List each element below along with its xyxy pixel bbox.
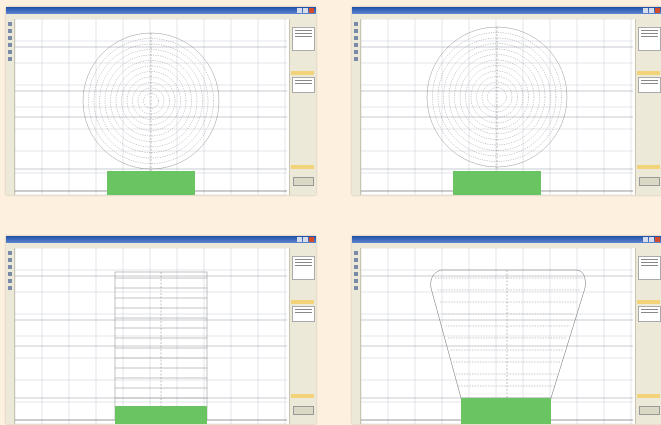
drawing-canvas[interactable] xyxy=(361,19,633,195)
title-bar[interactable] xyxy=(352,7,661,14)
tool-sidebar xyxy=(6,19,15,195)
layer-list[interactable] xyxy=(292,306,315,322)
outline xyxy=(430,269,586,399)
layer-list[interactable] xyxy=(638,306,661,322)
tool-icon[interactable] xyxy=(354,57,358,61)
base-block xyxy=(115,406,207,424)
tool-icon[interactable] xyxy=(354,251,358,255)
tool-icon[interactable] xyxy=(354,29,358,33)
title-bar[interactable] xyxy=(6,7,316,14)
tool-icon[interactable] xyxy=(8,258,12,262)
panel-section-header xyxy=(637,165,660,169)
tool-sidebar xyxy=(352,248,361,424)
properties-panel xyxy=(635,248,661,424)
tool-icon[interactable] xyxy=(8,43,12,47)
tool-icon[interactable] xyxy=(354,272,358,276)
panel-section-header xyxy=(637,394,660,398)
maximize-icon[interactable] xyxy=(303,237,308,242)
window-bottom-right xyxy=(352,236,661,424)
tool-icon[interactable] xyxy=(8,36,12,40)
tool-icon[interactable] xyxy=(8,251,12,255)
base-block xyxy=(461,398,551,424)
minimize-icon[interactable] xyxy=(297,237,302,242)
panel-section-header xyxy=(637,71,660,75)
drawing-canvas[interactable] xyxy=(15,248,287,424)
tool-icon[interactable] xyxy=(354,36,358,40)
window-top-right xyxy=(352,7,661,195)
maximize-icon[interactable] xyxy=(649,8,654,13)
tool-icon[interactable] xyxy=(8,57,12,61)
panel-section-header xyxy=(291,165,314,169)
panel-section-header xyxy=(637,300,660,304)
tool-icon[interactable] xyxy=(8,286,12,290)
tool-sidebar xyxy=(6,248,15,424)
tool-icon[interactable] xyxy=(8,279,12,283)
tool-icon[interactable] xyxy=(8,272,12,276)
maximize-icon[interactable] xyxy=(303,8,308,13)
tool-icon[interactable] xyxy=(354,50,358,54)
panel-section-header xyxy=(291,300,314,304)
minimize-icon[interactable] xyxy=(297,8,302,13)
tool-icon[interactable] xyxy=(354,279,358,283)
drawing-canvas[interactable] xyxy=(361,248,633,424)
apply-button[interactable] xyxy=(293,177,314,186)
tool-icon[interactable] xyxy=(354,286,358,290)
properties-panel xyxy=(289,248,316,424)
property-list[interactable] xyxy=(292,256,315,280)
property-list[interactable] xyxy=(292,27,315,51)
property-list[interactable] xyxy=(638,256,661,280)
drawing-canvas[interactable] xyxy=(15,19,287,195)
tool-icon[interactable] xyxy=(354,265,358,269)
title-bar[interactable] xyxy=(352,236,661,243)
tool-icon[interactable] xyxy=(8,265,12,269)
apply-button[interactable] xyxy=(293,406,314,415)
properties-panel xyxy=(635,19,661,195)
minimize-icon[interactable] xyxy=(643,237,648,242)
maximize-icon[interactable] xyxy=(649,237,654,242)
property-list[interactable] xyxy=(638,27,661,51)
window-bottom-left xyxy=(6,236,316,424)
apply-button[interactable] xyxy=(639,406,660,415)
apply-button[interactable] xyxy=(639,177,660,186)
tool-icon[interactable] xyxy=(8,50,12,54)
title-bar[interactable] xyxy=(6,236,316,243)
layer-list[interactable] xyxy=(638,77,661,93)
close-icon[interactable] xyxy=(309,8,314,13)
tool-icon[interactable] xyxy=(354,258,358,262)
panel-section-header xyxy=(291,394,314,398)
tool-icon[interactable] xyxy=(8,29,12,33)
base-block xyxy=(107,171,195,195)
properties-panel xyxy=(289,19,316,195)
layer-list[interactable] xyxy=(292,77,315,93)
tool-sidebar xyxy=(352,19,361,195)
tool-icon[interactable] xyxy=(8,22,12,26)
tool-icon[interactable] xyxy=(354,43,358,47)
tool-icon[interactable] xyxy=(354,22,358,26)
close-icon[interactable] xyxy=(655,237,660,242)
window-top-left xyxy=(6,7,316,195)
base-block xyxy=(453,171,541,195)
minimize-icon[interactable] xyxy=(643,8,648,13)
close-icon[interactable] xyxy=(655,8,660,13)
panel-section-header xyxy=(291,71,314,75)
close-icon[interactable] xyxy=(309,237,314,242)
